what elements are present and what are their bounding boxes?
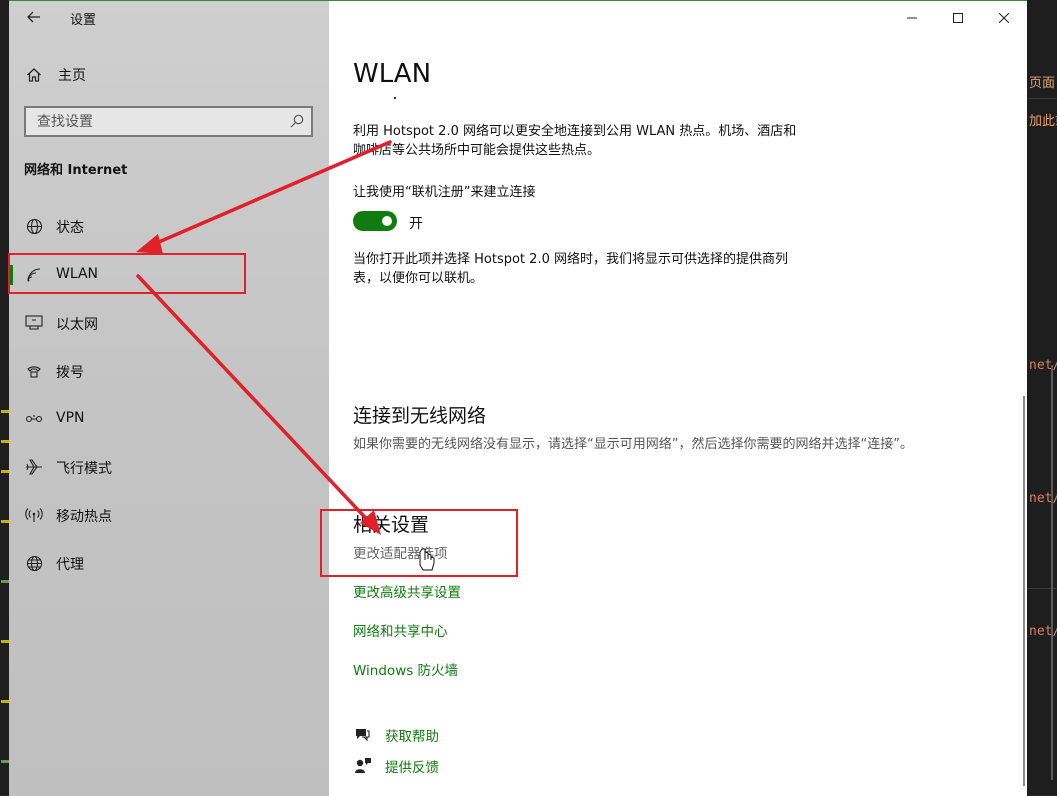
sidebar-item-label: 拨号 [56, 365, 84, 381]
status-globe-icon [23, 215, 45, 237]
change-adapter-options-link[interactable]: 更改适配器选项 [353, 542, 448, 562]
hotspot-icon [23, 504, 45, 526]
bg-fragment: 页面 [1029, 76, 1056, 91]
network-sharing-center-link[interactable]: 网络和共享中心 [353, 620, 448, 640]
search-icon [290, 114, 304, 128]
windows-firewall-link[interactable]: Windows 防火墙 [353, 659, 458, 679]
settings-window: 设置 主页 网络和 Internet 状态 WLAN [9, 0, 1027, 796]
sidebar-item-hotspot[interactable]: 移动热点 [9, 493, 329, 537]
sidebar-item-label: 代理 [56, 557, 84, 573]
maximize-icon [953, 13, 963, 23]
sidebar: 设置 主页 网络和 Internet 状态 WLAN [9, 1, 329, 796]
airplane-icon [23, 456, 45, 478]
content-scrollbar[interactable] [1023, 396, 1025, 786]
help-chat-icon [353, 725, 373, 745]
bg-fragment: 加此或 [1029, 114, 1057, 129]
sidebar-item-vpn[interactable]: VPN [9, 397, 329, 441]
close-button[interactable] [981, 5, 1027, 31]
feedback-person-icon [353, 756, 373, 776]
search-box[interactable] [24, 106, 313, 137]
home-nav[interactable]: 主页 [23, 63, 86, 87]
section-title: 网络和 Internet [24, 163, 128, 178]
sidebar-item-label: WLAN [56, 266, 99, 282]
wifi-icon [23, 264, 45, 286]
bg-mark [1, 410, 9, 413]
sidebar-item-dialup[interactable]: 拨号 [9, 349, 329, 393]
selected-indicator [9, 265, 13, 285]
home-label: 主页 [58, 68, 86, 84]
sidebar-item-label: 飞行模式 [56, 461, 112, 477]
background-editor-right: 页面 加此或 net/ net/ net/ [1027, 0, 1057, 795]
sidebar-item-status[interactable]: 状态 [9, 204, 329, 248]
main-content: WLAN 利用 Hotspot 2.0 网络可以更安全地连接到公用 WLAN 热… [329, 1, 1027, 796]
maximize-button[interactable] [935, 5, 981, 31]
feedback-link[interactable]: 提供反馈 [353, 756, 439, 776]
minimize-button[interactable] [889, 5, 935, 31]
bg-mark [1, 440, 9, 443]
minimize-icon [907, 17, 917, 19]
feedback-label: 提供反馈 [385, 760, 439, 776]
connect-heading: 连接到无线网络 [353, 405, 487, 427]
online-signup-label: 让我使用“联机注册”来建立连接 [353, 185, 536, 200]
search-input[interactable] [26, 108, 292, 135]
get-help-link[interactable]: 获取帮助 [353, 725, 439, 745]
sidebar-item-label: VPN [56, 410, 85, 426]
back-arrow-icon [27, 11, 40, 23]
bg-separator [1027, 98, 1057, 99]
vpn-icon [23, 408, 45, 430]
close-icon [999, 13, 1009, 23]
sidebar-item-wlan[interactable]: WLAN [9, 253, 329, 297]
ethernet-icon [23, 312, 45, 334]
sidebar-item-label: 状态 [56, 220, 84, 236]
home-icon [23, 64, 45, 86]
advanced-sharing-link[interactable]: 更改高级共享设置 [353, 581, 461, 601]
back-button[interactable] [23, 7, 45, 29]
sidebar-item-airplane[interactable]: 飞行模式 [9, 445, 329, 489]
app-title: 设置 [70, 13, 97, 28]
divider-dot [394, 97, 396, 99]
get-help-label: 获取帮助 [385, 729, 439, 745]
bg-mark [1, 640, 9, 643]
sidebar-item-label: 移动热点 [56, 509, 112, 525]
related-settings-heading: 相关设置 [353, 514, 430, 536]
page-title: WLAN [353, 59, 432, 89]
sidebar-item-label: 以太网 [56, 317, 98, 333]
dialup-icon [23, 360, 45, 382]
hotspot-description: 利用 Hotspot 2.0 网络可以更安全地连接到公用 WLAN 热点。机场、… [353, 124, 797, 158]
sidebar-item-proxy[interactable]: 代理 [9, 541, 329, 585]
bg-scroll-line [1051, 365, 1053, 780]
connect-description: 如果你需要的无线网络没有显示，请选择“显示可用网络”，然后选择你需要的网络并选择… [353, 437, 913, 452]
bg-mark [1, 520, 9, 523]
bg-mark [1, 760, 9, 763]
bg-mark [1, 470, 9, 473]
toggle-knob [382, 216, 392, 226]
bg-mark [1, 700, 9, 703]
online-signup-toggle[interactable] [353, 211, 397, 231]
provider-description: 当你打开此项并选择 Hotspot 2.0 网络时，我们将显示可供选择的提供商列… [353, 252, 788, 286]
toggle-state-label: 开 [409, 216, 423, 232]
bg-mark [1, 580, 9, 583]
proxy-globe-icon [23, 552, 45, 574]
sidebar-item-ethernet[interactable]: 以太网 [9, 301, 329, 345]
